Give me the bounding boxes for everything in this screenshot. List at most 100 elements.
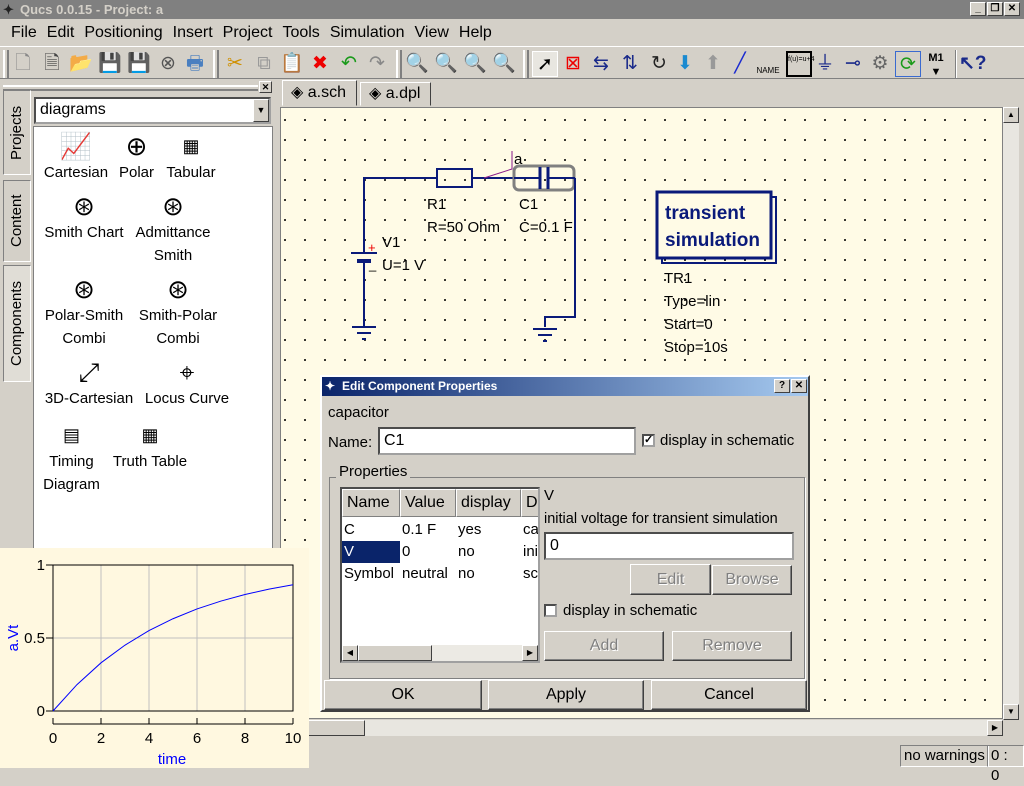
mirror-y-icon[interactable]: ⇅ xyxy=(617,51,643,77)
port-icon[interactable]: ⊸ xyxy=(840,51,866,77)
marker-icon[interactable]: M1 ▼ xyxy=(923,51,949,78)
minimize-button[interactable]: _ xyxy=(970,2,986,16)
scroll-down-button[interactable]: ▼ xyxy=(1003,704,1019,720)
deactivate-icon[interactable]: ⊠ xyxy=(560,51,586,77)
ok-button[interactable]: OK xyxy=(324,680,482,710)
menu-help[interactable]: Help xyxy=(454,24,497,42)
scroll-left-button[interactable]: ◀ xyxy=(342,645,358,661)
redo-icon[interactable]: ↷ xyxy=(364,51,390,77)
menu-project[interactable]: Project xyxy=(218,24,278,42)
whats-this-icon[interactable]: ↖? xyxy=(959,51,987,77)
component-truth-table[interactable]: ▦ Truth Table xyxy=(106,420,194,473)
component-admittance-smith[interactable]: ⊛ Admittance Smith xyxy=(129,191,217,267)
component-cartesian[interactable]: 📈 Cartesian xyxy=(41,131,111,184)
wire-icon[interactable]: ╱ xyxy=(727,51,753,77)
view-data-icon[interactable]: ⟳ xyxy=(895,51,921,77)
edit-button[interactable]: Edit xyxy=(630,564,711,595)
chevron-down-icon[interactable]: ▼ xyxy=(253,99,269,122)
wire-label-icon[interactable]: NAME xyxy=(755,51,781,77)
property-display-checkbox[interactable] xyxy=(544,604,557,617)
rotate-icon[interactable]: ↻ xyxy=(646,51,672,77)
scroll-thumb[interactable] xyxy=(308,720,365,736)
menu-tools[interactable]: Tools xyxy=(277,24,324,42)
ground-icon[interactable]: ⏚ xyxy=(812,51,838,77)
diagram-window[interactable]: 0 2 4 6 8 10 0 0.5 1 time a.Vt xyxy=(0,548,309,768)
warnings-status[interactable]: no warnings xyxy=(900,745,989,767)
component-polar-smith[interactable]: ⊛ Polar-Smith Combi xyxy=(39,274,129,350)
ground-icon[interactable] xyxy=(533,328,557,342)
component-timing-diagram[interactable]: ▤ Timing Diagram xyxy=(39,420,104,496)
browse-button[interactable]: Browse xyxy=(712,565,792,595)
r1-name[interactable]: R1 xyxy=(427,196,446,213)
scroll-thumb[interactable] xyxy=(358,645,432,661)
copy-icon[interactable]: ⧉ xyxy=(251,51,277,77)
v1-value[interactable]: U=1 V xyxy=(382,257,424,274)
c1-name[interactable]: C1 xyxy=(519,196,538,213)
remove-button[interactable]: Remove xyxy=(672,631,792,661)
zoom-out-icon[interactable]: 🔍 xyxy=(491,51,517,77)
tab-content[interactable]: Content xyxy=(3,180,31,262)
resistor-r1[interactable] xyxy=(430,168,514,188)
display-in-schematic-checkbox[interactable]: ✓ xyxy=(642,434,655,447)
v1-name[interactable]: V1 xyxy=(382,234,400,251)
add-button[interactable]: Add xyxy=(544,631,664,661)
toolbar-grip[interactable] xyxy=(396,50,402,78)
restore-button[interactable]: ❐ xyxy=(987,2,1003,16)
capacitor-c1[interactable] xyxy=(512,164,576,192)
toolbar-grip[interactable] xyxy=(3,50,9,78)
category-select[interactable]: diagrams ▼ xyxy=(34,97,271,124)
dock-close-button[interactable]: ✕ xyxy=(259,81,272,93)
ground-icon[interactable] xyxy=(352,326,376,340)
sim-start[interactable]: Start=0 xyxy=(664,316,713,333)
voltage-source-v1[interactable] xyxy=(351,243,377,327)
sim-stop[interactable]: Stop=10s xyxy=(664,339,728,356)
zoom-in-icon[interactable]: 🔍 xyxy=(462,51,488,77)
horizontal-scrollbar[interactable]: ▶ xyxy=(308,720,1003,736)
close-icon[interactable]: ⊗ xyxy=(155,51,181,77)
component-3d-cartesian[interactable]: ⤢ 3D-Cartesian xyxy=(39,357,139,410)
dialog-title-bar[interactable]: ✦ Edit Component Properties ? ✕ xyxy=(322,377,808,396)
component-locus-curve[interactable]: ⌖ Locus Curve xyxy=(142,357,232,410)
node-label[interactable]: a xyxy=(514,151,523,168)
menu-file[interactable]: File xyxy=(6,24,42,42)
column-header-display[interactable]: display xyxy=(456,489,521,517)
scroll-right-button[interactable]: ▶ xyxy=(522,645,538,661)
dock-grip[interactable] xyxy=(3,85,258,91)
column-header-name[interactable]: Name xyxy=(342,489,400,517)
mirror-x-icon[interactable]: ⇆ xyxy=(588,51,614,77)
component-smith-polar[interactable]: ⊛ Smith-Polar Combi xyxy=(134,274,222,350)
tab-a-dpl[interactable]: ◈ a.dpl xyxy=(360,82,432,106)
zoom-1-1-icon[interactable]: 🔍 xyxy=(433,51,459,77)
undo-icon[interactable]: ↶ xyxy=(336,51,362,77)
help-button[interactable]: ? xyxy=(774,379,790,393)
component-tabular[interactable]: ▦ Tabular xyxy=(161,131,221,184)
component-polar[interactable]: ⊕ Polar xyxy=(114,131,159,184)
select-icon[interactable]: ➚ xyxy=(532,51,558,77)
table-horizontal-scrollbar[interactable]: ◀ ▶ xyxy=(342,645,538,661)
series-line-a-vt[interactable] xyxy=(52,584,294,712)
r1-value[interactable]: R=50 Ohm xyxy=(427,219,500,236)
zoom-fit-icon[interactable]: 🔍 xyxy=(404,51,430,77)
sim-type[interactable]: Type=lin xyxy=(664,293,720,310)
column-header-value[interactable]: Value xyxy=(400,489,456,517)
tab-projects[interactable]: Projects xyxy=(3,90,31,175)
cancel-button[interactable]: Cancel xyxy=(651,680,807,710)
tab-a-sch[interactable]: ◈ a.sch xyxy=(282,80,357,106)
menu-positioning[interactable]: Positioning xyxy=(79,24,167,42)
menu-simulation[interactable]: Simulation xyxy=(325,24,410,42)
new-text-icon[interactable]: 🗎 xyxy=(39,51,65,77)
menu-edit[interactable]: Edit xyxy=(42,24,80,42)
vertical-scrollbar[interactable]: ▲ ▼ xyxy=(1003,107,1019,720)
name-input[interactable]: C1 xyxy=(378,427,636,455)
scroll-right-button[interactable]: ▶ xyxy=(987,720,1003,736)
save-icon[interactable]: 💾 xyxy=(97,51,123,77)
open-icon[interactable]: 📂 xyxy=(68,51,94,77)
toolbar-grip[interactable] xyxy=(213,50,219,78)
paste-icon[interactable]: 📋 xyxy=(279,51,305,77)
column-header-description[interactable]: D xyxy=(521,489,538,517)
sim-name[interactable]: TR1 xyxy=(664,270,692,287)
menu-view[interactable]: View xyxy=(410,24,454,42)
new-icon[interactable]: 🗋 xyxy=(10,51,36,77)
component-smith-chart[interactable]: ⊛ Smith Chart xyxy=(39,191,129,244)
print-icon[interactable]: 🖶 xyxy=(182,51,208,77)
